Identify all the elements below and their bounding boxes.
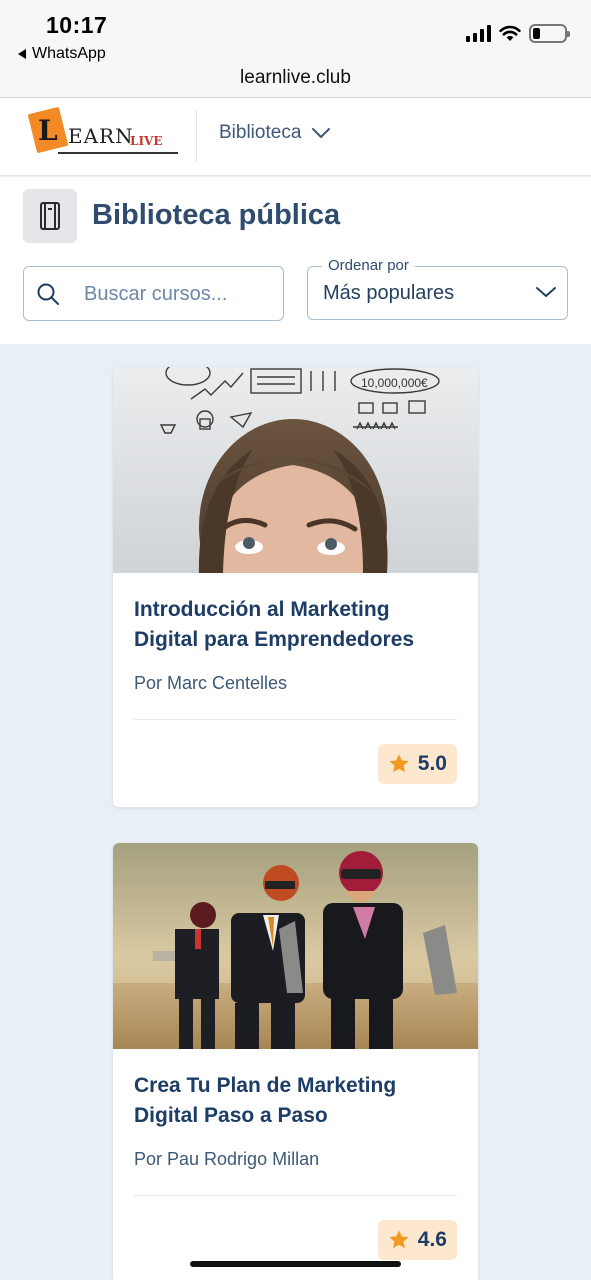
chevron-down-icon (312, 128, 331, 138)
course-card[interactable]: 10,000,000€ Introducción al Marketing Di… (113, 367, 478, 807)
course-title[interactable]: Crea Tu Plan de Marketing Digital Paso a… (134, 1071, 454, 1131)
sort-label: Ordenar por (322, 257, 415, 274)
sort-select[interactable]: Ordenar por Más populares (307, 257, 568, 320)
course-title[interactable]: Introducción al Marketing Digital para E… (134, 595, 454, 655)
header-divider (196, 110, 197, 162)
rating-badge: 4.6 (377, 1220, 457, 1260)
course-author: Por Pau Rodrigo Millan (134, 1149, 320, 1169)
library-header: Biblioteca pública Ordenar por Más popul… (0, 177, 591, 344)
signal-icon (466, 25, 491, 42)
battery-icon (529, 24, 570, 43)
wifi-icon (499, 25, 521, 41)
library-icon-box (23, 189, 77, 243)
svg-text:10,000,000€: 10,000,000€ (361, 376, 428, 390)
rating-badge: 5.0 (377, 744, 457, 784)
home-indicator[interactable] (190, 1261, 401, 1267)
page-title: Biblioteca pública (92, 199, 341, 231)
rating-value: 4.6 (417, 1228, 447, 1251)
url-bar[interactable]: learnlive.club (0, 67, 591, 89)
rating-value: 5.0 (417, 752, 447, 775)
book-icon (40, 202, 60, 230)
status-time: 10:17 (46, 12, 108, 38)
back-arrow-icon (18, 49, 26, 59)
learnlive-logo[interactable]: L EARN LIVE (27, 106, 180, 154)
app-header: L EARN LIVE Biblioteca (0, 98, 591, 176)
card-divider (134, 1195, 457, 1196)
back-app-label: WhatsApp (32, 45, 106, 62)
status-bar: 10:17 WhatsApp learnlive.club (0, 0, 591, 98)
star-icon (389, 1230, 409, 1249)
search-icon (37, 283, 59, 305)
system-icons (466, 24, 570, 43)
card-divider (134, 719, 457, 720)
sort-value: Más populares (323, 282, 455, 304)
course-thumbnail (113, 843, 478, 1049)
nav-biblioteca-label: Biblioteca (219, 122, 302, 143)
search-box[interactable] (23, 266, 284, 321)
course-card[interactable]: Crea Tu Plan de Marketing Digital Paso a… (113, 843, 478, 1280)
course-author: Por Marc Centelles (134, 673, 288, 693)
chevron-down-icon (536, 287, 556, 297)
star-icon (389, 754, 409, 773)
nav-biblioteca-dropdown[interactable]: Biblioteca (219, 122, 331, 144)
back-to-app-link[interactable]: WhatsApp (18, 45, 106, 63)
course-thumbnail: 10,000,000€ (113, 367, 478, 573)
search-input[interactable] (84, 279, 274, 309)
